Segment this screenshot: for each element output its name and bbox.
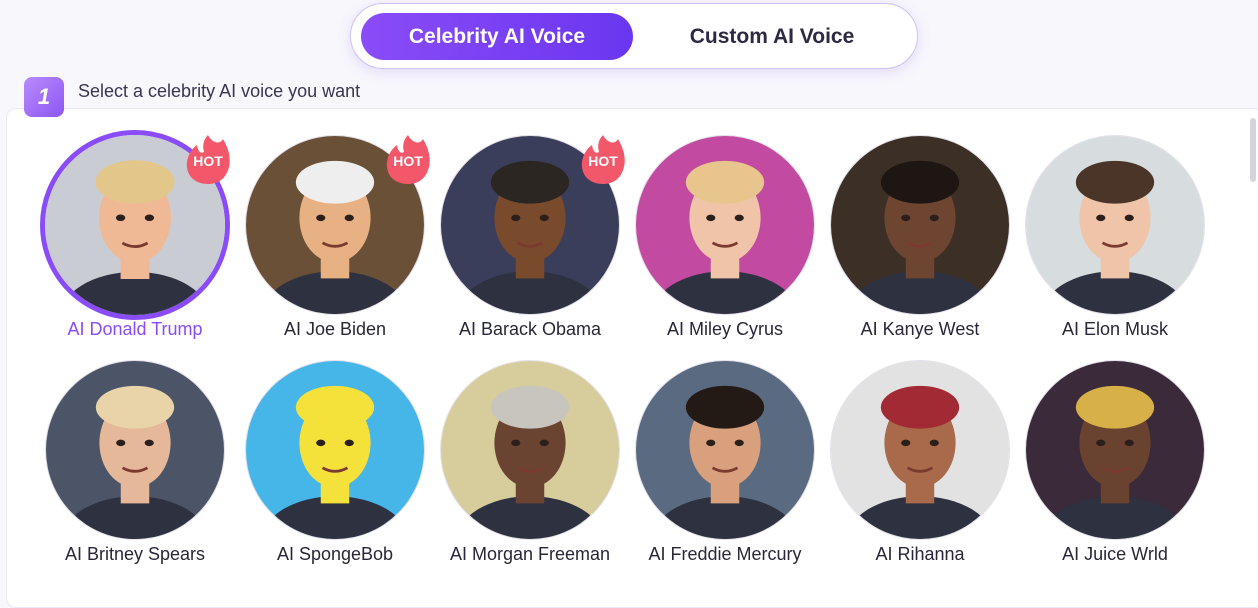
step-instruction: Select a celebrity AI voice you want (78, 81, 361, 101)
hot-badge-label: HOT (193, 153, 223, 169)
avatar (830, 360, 1010, 540)
hot-badge-icon: HOT (580, 133, 626, 185)
avatar (45, 360, 225, 540)
voice-name: AI Elon Musk (1061, 319, 1169, 339)
hot-badge-icon: HOT (385, 133, 431, 185)
tab-celebrity-ai-voice[interactable]: Celebrity AI Voice (361, 13, 633, 60)
panel-scrollbar[interactable] (1250, 118, 1256, 182)
step-number-badge: 1 (24, 77, 64, 117)
avatar (635, 360, 815, 540)
avatar (440, 360, 620, 540)
tab-custom-ai-voice[interactable]: Custom AI Voice (651, 13, 893, 60)
avatar (245, 360, 425, 540)
hot-badge-label: HOT (588, 153, 618, 169)
avatar (1025, 360, 1205, 540)
hot-badge-label: HOT (393, 153, 423, 169)
avatar (1025, 135, 1205, 315)
avatar (830, 135, 1010, 315)
voice-name: AI Juice Wrld (1062, 544, 1168, 564)
hot-badge-icon: HOT (185, 133, 231, 185)
avatar (635, 135, 815, 315)
voice-type-tabs: Celebrity AI Voice Custom AI Voice (350, 3, 918, 69)
